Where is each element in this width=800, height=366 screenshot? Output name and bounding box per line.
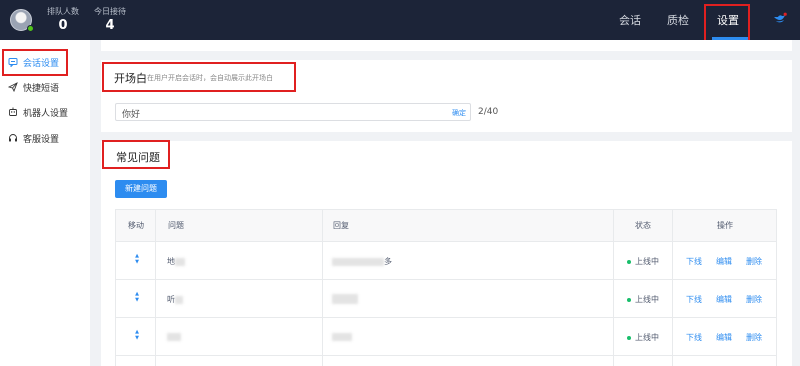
sidebar-item-label: 快捷短语 — [23, 83, 60, 94]
redacted-text — [332, 257, 384, 266]
sidebar-item-label: 机器人设置 — [23, 108, 69, 119]
char-counter: 2/40 — [478, 107, 499, 117]
queue-count-stat: 排队人数 0 — [47, 7, 79, 34]
table-row: ▲ ▼ 地 多 上线中 下线 编辑 删除 — [116, 242, 776, 280]
robot-icon — [8, 107, 18, 117]
top-bar: 排队人数 0 今日接待 4 会话 质检 设置 — [0, 0, 800, 40]
redacted-text — [167, 332, 181, 341]
offline-button[interactable]: 下线 — [686, 332, 702, 343]
offline-button[interactable]: 下线 — [686, 256, 702, 267]
question-cell: 听 — [167, 294, 183, 305]
table-row: ▲ ▼ 上线中 下线 编辑 删除 — [116, 318, 776, 356]
highlight-opening-title — [102, 62, 296, 92]
edit-button[interactable]: 编辑 — [716, 294, 732, 305]
redacted-text — [175, 257, 185, 266]
status-badge: 上线中 — [627, 256, 659, 267]
confirm-button[interactable]: 确定 — [452, 108, 466, 118]
redacted-text — [332, 332, 352, 341]
question-cell: 地 — [167, 256, 185, 267]
question-cell — [167, 332, 181, 341]
question-text: 地 — [167, 257, 175, 266]
faq-table: 移动 问题 回复 状态 操作 ▲ ▼ 地 多 上线中 下线 编辑 删除 ▲ ▼ 听 … — [115, 209, 777, 366]
reply-text: 多 — [384, 257, 392, 266]
sidebar-item-quick-phrases[interactable]: 快捷短语 — [0, 75, 90, 99]
paper-plane-icon — [8, 82, 18, 92]
sidebar-item-robot-settings[interactable]: 机器人设置 — [0, 100, 90, 124]
column-header-status: 状态 — [635, 221, 651, 230]
nav-conversation[interactable]: 会话 — [619, 12, 641, 28]
sidebar-item-agent-settings[interactable]: 客服设置 — [0, 126, 90, 150]
edit-button[interactable]: 编辑 — [716, 332, 732, 343]
question-text: 听 — [167, 295, 175, 304]
delete-button[interactable]: 删除 — [746, 256, 762, 267]
status-text: 上线中 — [635, 333, 659, 342]
column-header-actions: 操作 — [717, 221, 733, 230]
online-status-dot — [27, 25, 34, 32]
reply-cell — [332, 294, 358, 304]
redacted-text — [332, 294, 358, 304]
drag-handle-icon[interactable]: ▲ ▼ — [134, 253, 140, 265]
table-row: ▲ ▼ 听 上线中 下线 编辑 删除 — [116, 280, 776, 318]
highlight-faq-title — [102, 140, 170, 169]
today-served-value: 4 — [105, 18, 115, 33]
top-panel — [101, 40, 792, 51]
edit-button[interactable]: 编辑 — [716, 256, 732, 267]
queue-count-label: 排队人数 — [47, 7, 79, 16]
online-dot — [627, 259, 631, 264]
redacted-text — [175, 295, 183, 304]
today-served-label: 今日接待 — [94, 7, 126, 16]
sidebar: 会话设置 快捷短语 机器人设置 客服设置 — [0, 40, 90, 366]
table-header: 移动 问题 回复 状态 操作 — [116, 210, 776, 242]
highlight-conversation-settings — [2, 49, 68, 76]
column-header-question: 问题 — [168, 221, 184, 230]
drag-handle-icon[interactable]: ▲ ▼ — [134, 291, 140, 303]
highlight-settings-nav — [704, 4, 750, 45]
drag-handle-icon[interactable]: ▲ ▼ — [134, 329, 140, 341]
delete-button[interactable]: 删除 — [746, 332, 762, 343]
online-dot — [627, 335, 631, 340]
delete-button[interactable]: 删除 — [746, 294, 762, 305]
column-header-move: 移动 — [128, 221, 144, 230]
bird-icon[interactable] — [773, 12, 787, 26]
opening-message-input[interactable]: 你好 确定 — [115, 103, 471, 121]
status-text: 上线中 — [635, 257, 659, 266]
nav-quality-check[interactable]: 质检 — [667, 12, 689, 28]
offline-button[interactable]: 下线 — [686, 294, 702, 305]
column-header-reply: 回复 — [333, 221, 349, 230]
status-badge: 上线中 — [627, 332, 659, 343]
queue-count-value: 0 — [58, 18, 68, 33]
new-question-button[interactable]: 新建问题 — [115, 180, 167, 198]
status-text: 上线中 — [635, 295, 659, 304]
opening-message-value: 你好 — [122, 110, 141, 120]
status-badge: 上线中 — [627, 294, 659, 305]
online-dot — [627, 297, 631, 302]
today-served-stat: 今日接待 4 — [94, 7, 126, 34]
reply-cell — [332, 332, 352, 341]
sidebar-item-label: 客服设置 — [23, 134, 60, 145]
headset-icon — [8, 133, 18, 143]
reply-cell: 多 — [332, 256, 392, 267]
